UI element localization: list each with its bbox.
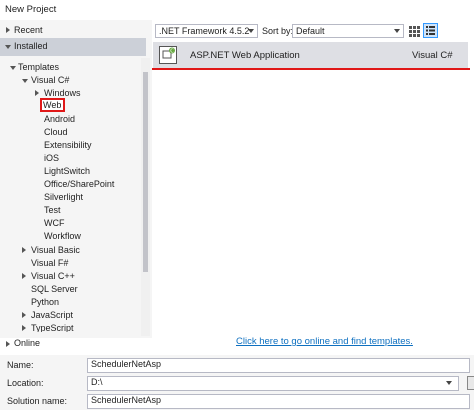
tree-item-label: JavaScript <box>31 310 74 320</box>
tree-item-label: Recent <box>14 25 43 35</box>
name-input[interactable]: SchedulerNetAsp <box>87 358 470 373</box>
solution-name-input[interactable]: SchedulerNetAsp <box>87 394 470 409</box>
tree-item-label: Online <box>14 338 41 348</box>
framework-select-value: .NET Framework 4.5.2 <box>159 26 250 36</box>
name-label: Name: <box>7 360 34 370</box>
tree-item-silverlight[interactable]: Silverlight <box>0 191 140 204</box>
tree-item-visual-fsharp[interactable]: Visual F# <box>0 257 140 270</box>
grid-view-icon <box>409 26 420 37</box>
tree-item-visual-basic[interactable]: Visual Basic <box>0 244 140 257</box>
tree-scrollbar-thumb[interactable] <box>143 72 148 272</box>
framework-select[interactable]: .NET Framework 4.5.2 <box>155 24 258 38</box>
expand-arrow-icon[interactable] <box>35 90 39 96</box>
tree-item-label: TypeScript <box>31 323 74 332</box>
tree-item-web[interactable]: Web <box>40 98 65 112</box>
tree-item-lightswitch[interactable]: LightSwitch <box>0 165 140 178</box>
tree-item-office-sharepoint[interactable]: Office/SharePoint <box>0 178 140 191</box>
tree-item-label: Installed <box>14 41 48 51</box>
tree-item-visual-cpp[interactable]: Visual C++ <box>0 270 140 283</box>
tree-item-extensibility[interactable]: Extensibility <box>0 139 140 152</box>
expand-arrow-icon[interactable] <box>22 312 26 318</box>
tree-item-label: iOS <box>44 153 60 163</box>
tree-item-windows[interactable]: Windows <box>0 87 140 100</box>
tree-item-installed[interactable]: Installed <box>0 38 146 56</box>
expand-arrow-icon[interactable] <box>22 325 26 331</box>
list-view-icon <box>426 26 435 35</box>
template-name: ASP.NET Web Application <box>190 50 300 61</box>
template-language: Visual C# <box>412 50 453 61</box>
tree-item-recent[interactable]: Recent <box>0 24 150 37</box>
tree-item-label: Web <box>43 100 62 110</box>
tree-item-cloud[interactable]: Cloud <box>0 126 140 139</box>
tree-item-templates[interactable]: Templates <box>0 61 140 74</box>
tree-item-typescript[interactable]: TypeScript <box>0 322 140 332</box>
tree-item-label: Test <box>44 205 61 215</box>
tree-item-javascript[interactable]: JavaScript <box>0 309 140 322</box>
expand-arrow-icon[interactable] <box>6 341 10 347</box>
chevron-down-icon[interactable] <box>446 381 452 385</box>
sort-select-value: Default <box>296 26 325 36</box>
tree-item-label: LightSwitch <box>44 166 91 176</box>
collapse-arrow-icon[interactable] <box>5 45 11 49</box>
sort-select[interactable]: Default <box>292 24 404 38</box>
tree-item-test[interactable]: Test <box>0 204 140 217</box>
window-title: New Project <box>5 4 57 15</box>
tree-item-label: Cloud <box>44 127 68 137</box>
tree-item-label: WCF <box>44 218 65 228</box>
chevron-down-icon <box>394 29 400 33</box>
browse-button[interactable] <box>467 376 474 390</box>
tree-item-label: Android <box>44 114 76 124</box>
highlight-underline <box>152 68 470 70</box>
tree-item-label: Visual Basic <box>31 245 80 255</box>
title-bar: New Project <box>0 0 474 20</box>
svg-text:C: C <box>170 48 174 54</box>
tree-item-visual-csharp[interactable]: Visual C# <box>0 74 140 87</box>
expand-arrow-icon[interactable] <box>22 273 26 279</box>
tree-item-sql-server[interactable]: SQL Server <box>0 283 140 296</box>
solution-name-label: Solution name: <box>7 396 68 406</box>
chevron-down-icon <box>248 29 254 33</box>
expand-arrow-icon[interactable] <box>6 27 10 33</box>
find-templates-online-link[interactable]: Click here to go online and find templat… <box>236 336 413 347</box>
tree-item-label: Python <box>31 297 60 307</box>
tree-item-workflow[interactable]: Workflow <box>0 230 140 243</box>
small-icons-view-button[interactable] <box>407 24 421 38</box>
tree-item-online[interactable]: Online <box>0 338 152 352</box>
tree-item-label: Extensibility <box>44 140 92 150</box>
location-label: Location: <box>7 378 44 388</box>
expand-arrow-icon[interactable] <box>22 247 26 253</box>
tree-item-label: Silverlight <box>44 192 84 202</box>
web-application-icon: C <box>159 46 177 64</box>
tree-item-label: Visual C++ <box>31 271 75 281</box>
tree-item-python[interactable]: Python <box>0 296 140 309</box>
tree-item-label: Templates <box>18 62 60 72</box>
tree-item-label: Visual C# <box>31 75 70 85</box>
collapse-arrow-icon[interactable] <box>10 66 16 70</box>
sort-label: Sort by: <box>262 26 294 36</box>
location-input[interactable]: D:\ <box>87 376 459 391</box>
list-view-button[interactable] <box>423 23 438 38</box>
tree-item-label: Office/SharePoint <box>44 179 115 189</box>
collapse-arrow-icon[interactable] <box>22 79 28 83</box>
tree-item-label: Workflow <box>44 231 81 241</box>
tree-item-android[interactable]: Android <box>0 113 140 126</box>
tree-item-ios[interactable]: iOS <box>0 152 140 165</box>
tree-item-label: Visual F# <box>31 258 69 268</box>
tree-item-wcf[interactable]: WCF <box>0 217 140 230</box>
tree-item-label: SQL Server <box>31 284 78 294</box>
